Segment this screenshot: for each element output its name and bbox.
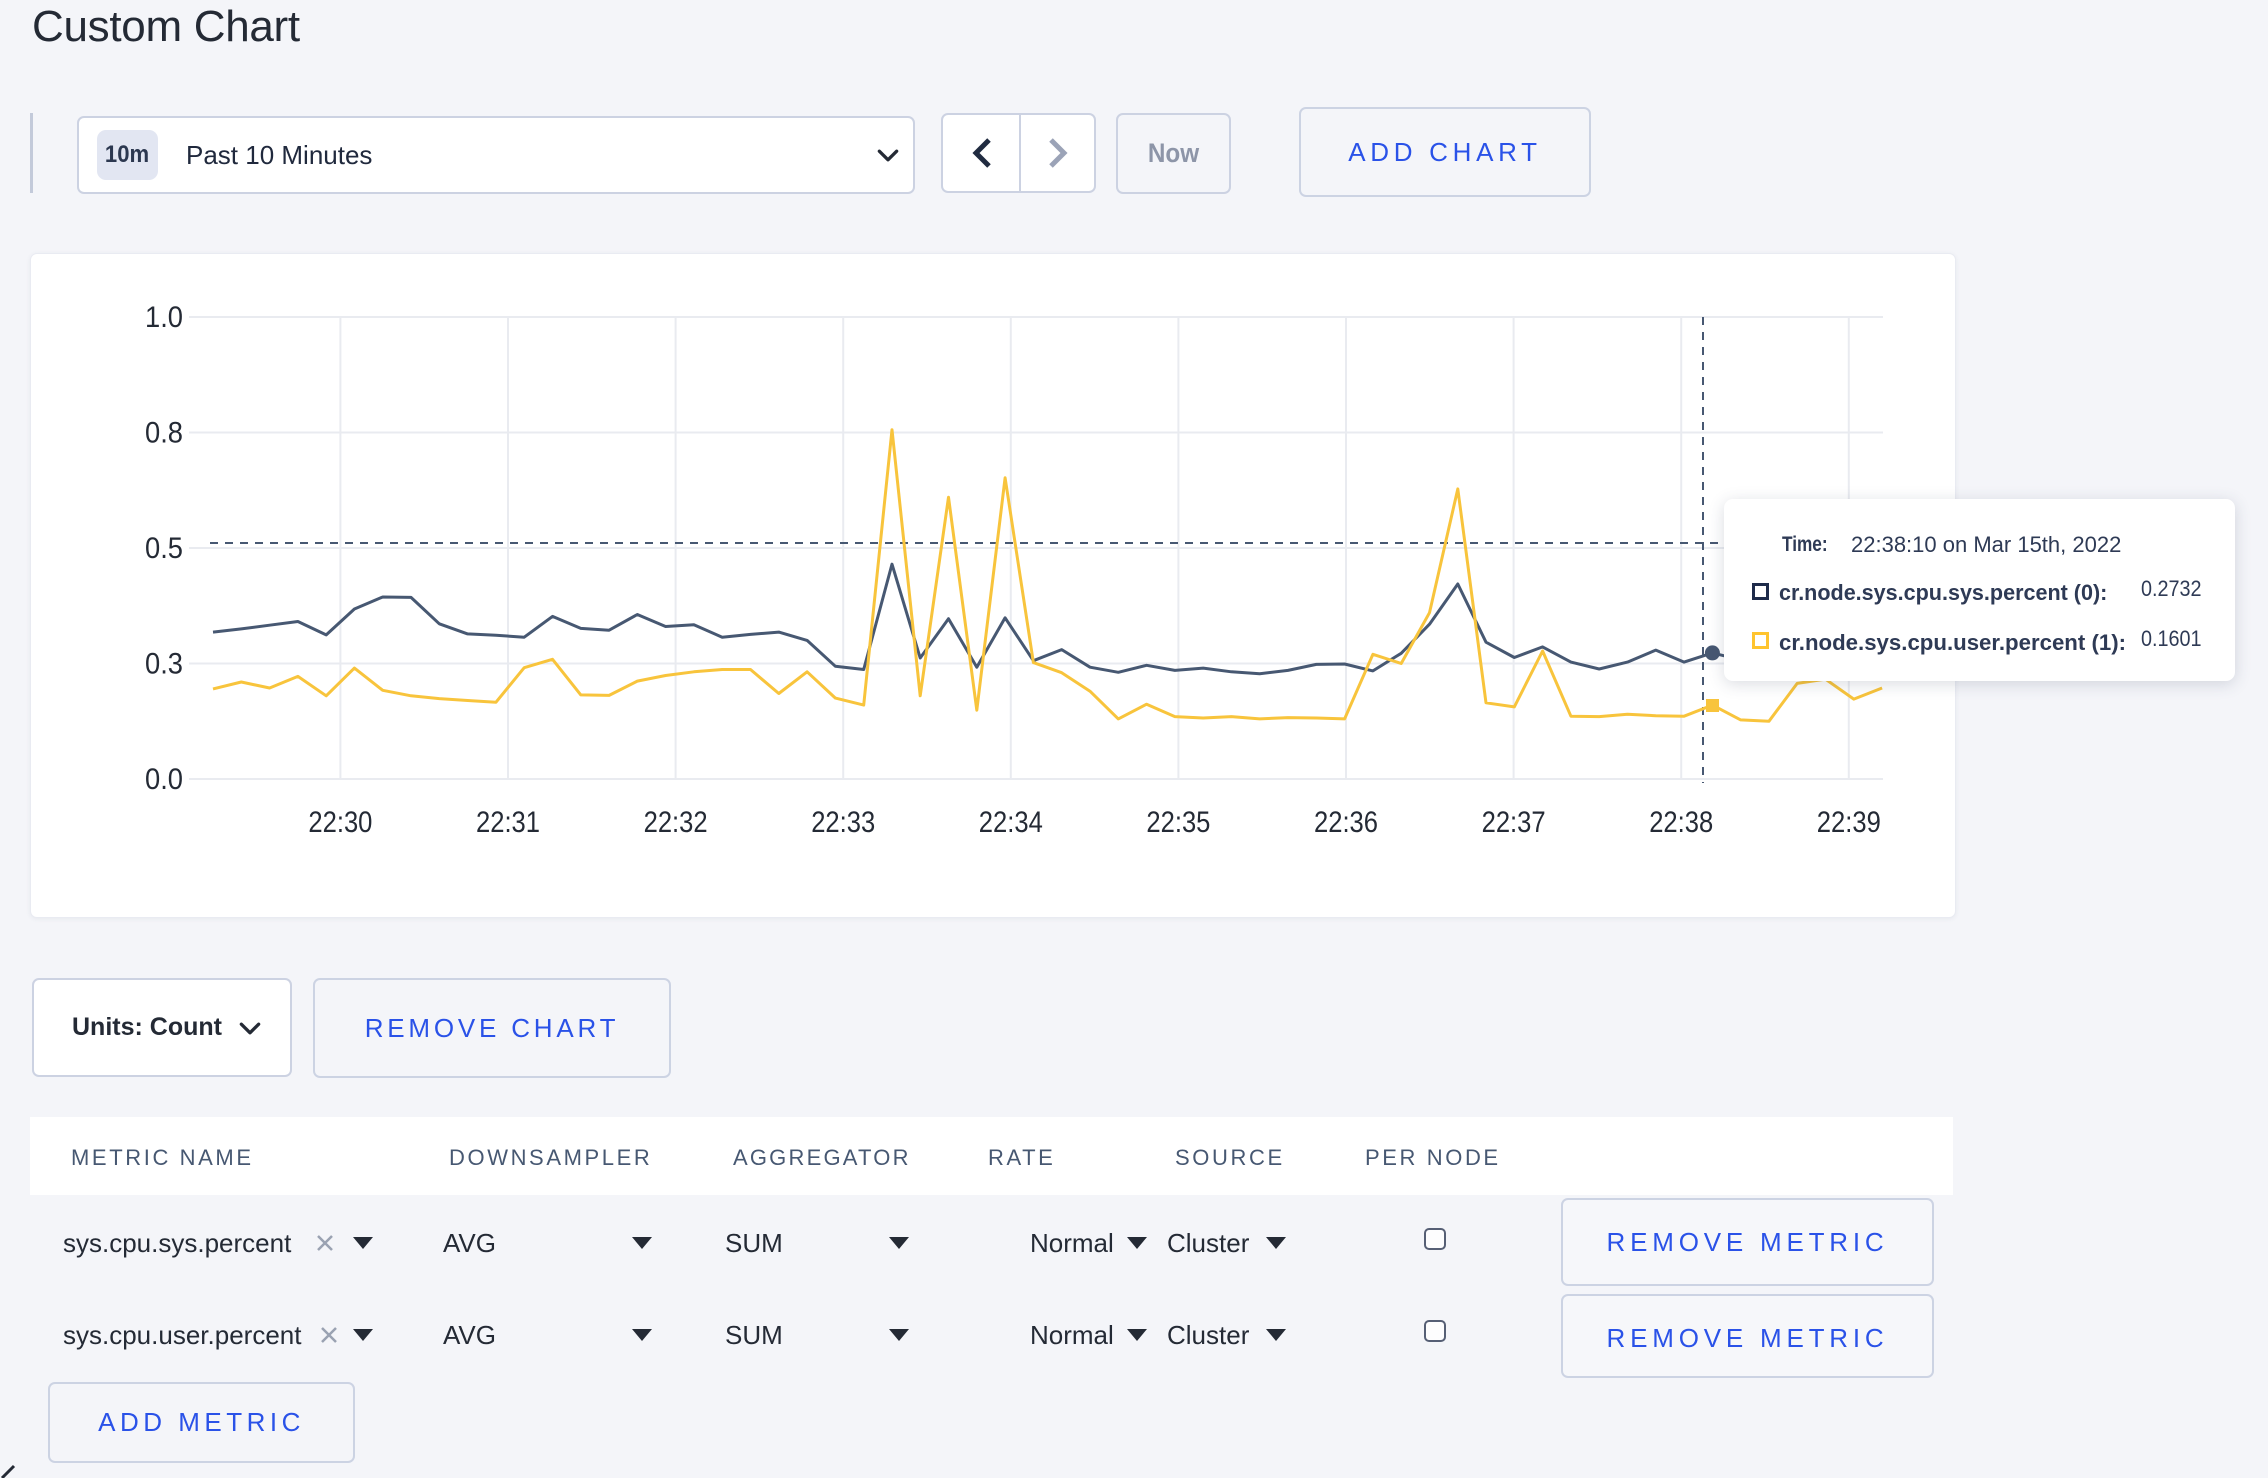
svg-text:22:35: 22:35 xyxy=(1146,806,1210,839)
svg-text:22:39: 22:39 xyxy=(1817,806,1881,839)
svg-text:22:34: 22:34 xyxy=(979,806,1043,839)
svg-text:22:38: 22:38 xyxy=(1649,806,1713,839)
svg-text:22:36: 22:36 xyxy=(1314,806,1378,839)
svg-text:22:37: 22:37 xyxy=(1482,806,1546,839)
svg-text:0.3: 0.3 xyxy=(145,648,183,681)
svg-text:22:31: 22:31 xyxy=(476,806,540,839)
svg-text:1.0: 1.0 xyxy=(145,301,183,334)
svg-text:0.5: 0.5 xyxy=(145,532,183,565)
svg-text:22:32: 22:32 xyxy=(644,806,708,839)
svg-text:22:33: 22:33 xyxy=(811,806,875,839)
svg-text:0.0: 0.0 xyxy=(145,763,183,796)
svg-text:22:30: 22:30 xyxy=(308,806,372,839)
svg-text:0.8: 0.8 xyxy=(145,417,183,450)
